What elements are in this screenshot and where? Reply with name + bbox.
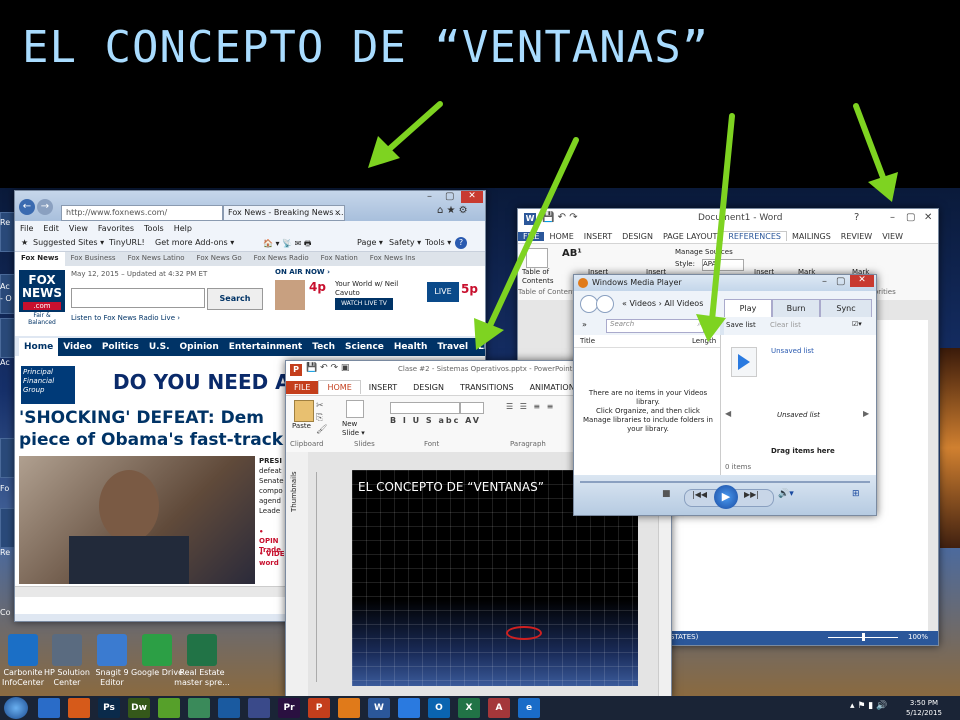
taskbar-word-icon[interactable]: W	[368, 698, 390, 718]
arrow-to-ppt	[485, 137, 579, 333]
taskbar-dreamweaver-icon[interactable]: Dw	[128, 698, 150, 718]
taskbar-ie-icon[interactable]	[38, 698, 60, 718]
clock-date: 5/12/2015	[906, 709, 942, 717]
taskbar-app-icon[interactable]	[158, 698, 180, 718]
annotation-arrows	[368, 101, 898, 350]
taskbar-access-icon[interactable]: A	[488, 698, 510, 718]
clock[interactable]: 3:50 PM 5/12/2015	[906, 698, 942, 718]
arrow-to-word	[853, 103, 887, 183]
taskbar-app-icon[interactable]	[398, 698, 420, 718]
taskbar-edge-icon[interactable]: e	[518, 698, 540, 718]
taskbar-photoshop-icon[interactable]: Ps	[98, 698, 120, 718]
taskbar-app-icon[interactable]	[248, 698, 270, 718]
arrow-to-wmp	[709, 113, 735, 323]
system-tray-icons[interactable]: ▴ ⚑ ▮ 🔊	[850, 701, 887, 711]
taskbar: Ps Dw Pr P W O X Ae ▴ ⚑ ▮ 🔊 3:50 PM 5/12/2015	[0, 696, 960, 720]
arrow-to-ie	[383, 101, 443, 155]
clock-time: 3:50 PM	[909, 699, 939, 707]
start-button[interactable]	[4, 697, 28, 719]
taskbar-excel-icon[interactable]: X	[458, 698, 480, 718]
taskbar-media-player-icon[interactable]	[68, 698, 90, 718]
arrowhead-wmp	[696, 314, 726, 342]
taskbar-firefox-icon[interactable]	[338, 698, 360, 718]
taskbar-app-icon[interactable]	[188, 698, 210, 718]
taskbar-outlook-icon[interactable]: O	[428, 698, 450, 718]
taskbar-app-icon[interactable]	[218, 698, 240, 718]
taskbar-premiere-icon[interactable]: Pr	[278, 698, 300, 718]
taskbar-powerpoint-icon[interactable]: P	[308, 698, 330, 718]
